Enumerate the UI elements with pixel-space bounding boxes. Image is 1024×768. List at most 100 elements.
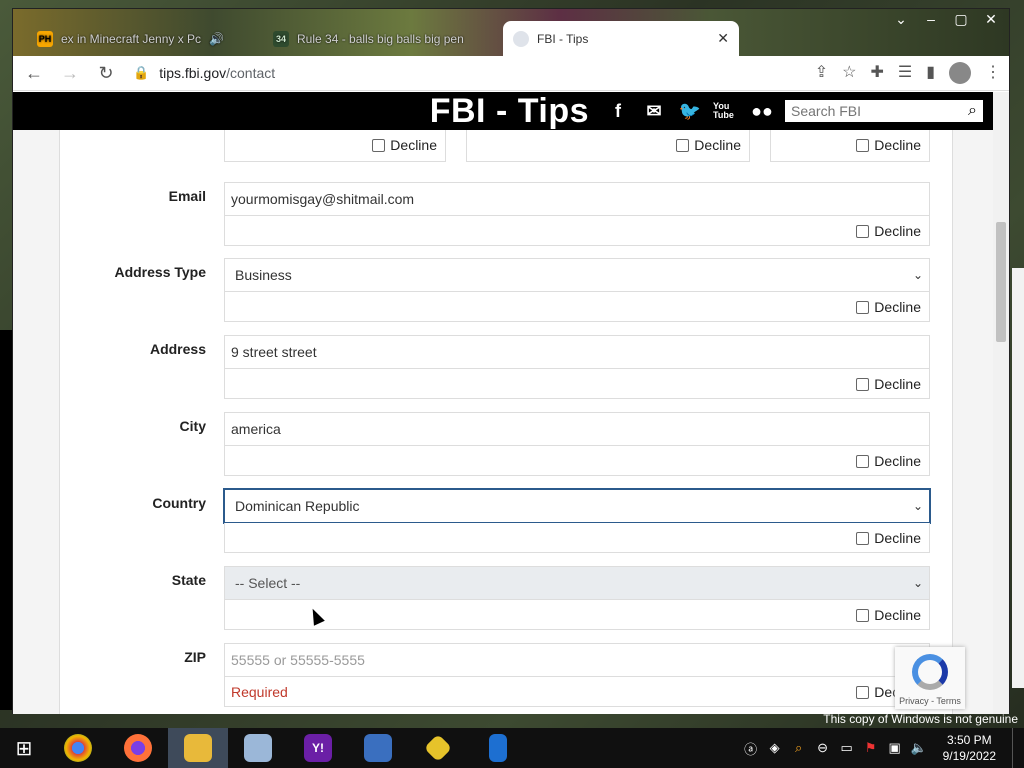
close-window-icon[interactable]: ✕ xyxy=(979,11,1003,28)
tray-search-icon[interactable]: ⌕ xyxy=(791,740,807,756)
fbi-seal-icon xyxy=(513,30,529,47)
maximize-icon[interactable]: ▢ xyxy=(949,11,973,28)
reload-icon[interactable]: ↻ xyxy=(93,60,119,86)
chevron-down-icon[interactable]: ⌄ xyxy=(889,11,913,28)
search-input[interactable] xyxy=(791,103,951,119)
decline-checkbox[interactable] xyxy=(856,377,870,391)
extensions-icon[interactable]: ✚ xyxy=(870,62,883,84)
decline-label: Decline xyxy=(874,299,921,315)
clock-time: 3:50 PM xyxy=(946,733,992,747)
decline-option: Decline xyxy=(856,299,921,315)
decline-option: Decline xyxy=(856,376,921,392)
clock-date: 9/19/2022 xyxy=(942,749,996,763)
state-decline-row: Decline xyxy=(224,600,930,630)
state-select[interactable]: -- Select -- ⌄ xyxy=(224,566,930,600)
back-arrow-icon[interactable]: ← xyxy=(21,60,47,86)
site-header: FBI - Tips f ✉ 🐦 You Tube ●● ⌕ xyxy=(13,92,995,130)
side-panel-icon[interactable]: ▮ xyxy=(926,62,935,84)
decline-checkbox[interactable] xyxy=(372,138,386,152)
forward-arrow-icon[interactable]: → xyxy=(57,60,83,86)
close-tab-icon[interactable]: ✕ xyxy=(717,30,729,47)
windows-start-icon[interactable]: ⊞ xyxy=(0,728,48,768)
email-label: Email xyxy=(168,188,206,204)
window-controls: ⌄ – ▢ ✕ xyxy=(889,11,1003,28)
file-explorer-taskbar-icon[interactable] xyxy=(168,728,228,768)
volume-icon[interactable]: 🔈 xyxy=(911,740,927,756)
decline-label: Decline xyxy=(874,223,921,239)
profile-avatar-icon[interactable] xyxy=(949,62,971,84)
bookmark-star-icon[interactable]: ☆ xyxy=(842,62,856,84)
decline-option: Decline xyxy=(856,530,921,546)
decline-option: Decline xyxy=(856,137,921,153)
email-input[interactable]: yourmomisgay@shitmail.com xyxy=(224,182,930,216)
windows-genuine-watermark: This copy of Windows is not genuine xyxy=(823,712,1018,726)
url-host: tips.fbi.gov xyxy=(159,65,227,81)
decline-label: Decline xyxy=(874,607,921,623)
phone-taskbar-icon[interactable] xyxy=(468,728,528,768)
tray-disk-icon[interactable]: ▭ xyxy=(839,740,855,756)
twitter-icon[interactable]: 🐦 xyxy=(677,98,703,124)
yahoo-messenger-taskbar-icon[interactable]: Y! xyxy=(288,728,348,768)
tab-1[interactable]: PH ex in Minecraft Jenny x Pc 🔊 xyxy=(27,21,247,56)
city-input[interactable]: america xyxy=(224,412,930,446)
search-icon[interactable]: ⌕ xyxy=(968,102,977,120)
menu-kebab-icon[interactable]: ⋮ xyxy=(985,62,1001,84)
site-title: FBI - Tips xyxy=(429,92,589,130)
tab-fbi-tips[interactable]: FBI - Tips ✕ xyxy=(503,21,739,56)
decline-label: Decline xyxy=(694,137,741,153)
reading-list-icon[interactable]: ☰ xyxy=(898,62,912,84)
recaptcha-badge[interactable]: Privacy - Terms xyxy=(895,647,965,709)
app-taskbar-icon[interactable] xyxy=(228,728,288,768)
tray-monitor-icon[interactable]: ▣ xyxy=(887,740,903,756)
address-type-select[interactable]: Business ⌄ xyxy=(224,258,930,292)
chrome-taskbar-icon[interactable] xyxy=(48,728,108,768)
address-type-decline-row: Decline xyxy=(224,292,930,322)
decline-checkbox[interactable] xyxy=(856,300,870,314)
zip-input[interactable]: 55555 or 55555-5555 xyxy=(224,643,930,677)
network-taskbar-icon[interactable] xyxy=(348,728,408,768)
address-type-value: Business xyxy=(235,267,292,283)
decline-checkbox[interactable] xyxy=(856,224,870,238)
facebook-icon[interactable]: f xyxy=(605,98,631,124)
tab-label: Rule 34 - balls big balls big pen xyxy=(297,31,464,46)
tray-network-icon[interactable]: ◈ xyxy=(767,740,783,756)
scrollbar-thumb[interactable] xyxy=(996,222,1006,342)
chevron-down-icon: ⌄ xyxy=(912,576,923,590)
country-select[interactable]: Dominican Republic ⌄ xyxy=(224,489,930,523)
show-desktop-button[interactable] xyxy=(1012,728,1018,768)
email-icon[interactable]: ✉ xyxy=(641,98,667,124)
game-taskbar-icon[interactable] xyxy=(408,728,468,768)
share-icon[interactable]: ⇪ xyxy=(815,62,828,84)
flickr-icon[interactable]: ●● xyxy=(749,98,775,124)
tray-alpha-icon[interactable]: ⓐ xyxy=(743,739,759,758)
page-scrollbar[interactable] xyxy=(993,92,1009,714)
decline-checkbox[interactable] xyxy=(856,531,870,545)
toolbar-icons: ⇪ ☆ ✚ ☰ ▮ ⋮ xyxy=(815,62,1001,84)
state-label: State xyxy=(171,572,206,588)
decline-label: Decline xyxy=(874,453,921,469)
tab-2[interactable]: 34 Rule 34 - balls big balls big pen xyxy=(263,21,498,56)
chevron-down-icon: ⌄ xyxy=(912,499,923,513)
recaptcha-text: Privacy - Terms xyxy=(899,696,961,706)
decline-label: Decline xyxy=(390,137,437,153)
decline-checkbox[interactable] xyxy=(856,685,870,699)
address-label: Address xyxy=(149,341,206,357)
lock-icon: 🔒 xyxy=(133,65,150,80)
decline-checkbox[interactable] xyxy=(676,138,690,152)
decline-label: Decline xyxy=(874,137,921,153)
decline-checkbox[interactable] xyxy=(856,454,870,468)
browser-toolbar: ← → ↻ 🔒 tips.fbi.gov/contact ⇪ ☆ ✚ ☰ ▮ ⋮ xyxy=(13,56,1009,91)
decline-checkbox[interactable] xyxy=(856,608,870,622)
clock[interactable]: 3:50 PM 9/19/2022 xyxy=(935,732,1004,764)
decline-checkbox[interactable] xyxy=(856,138,870,152)
tray-flag-icon[interactable]: ⚑ xyxy=(863,740,879,756)
youtube-icon[interactable]: You Tube xyxy=(713,98,739,124)
minimize-icon[interactable]: – xyxy=(919,11,943,28)
decline-label: Decline xyxy=(874,530,921,546)
address-input[interactable]: 9 street street xyxy=(224,335,930,369)
tray-minus-icon[interactable]: ⊖ xyxy=(815,740,831,756)
address-type-label: Address Type xyxy=(114,264,206,280)
decline-option: Decline xyxy=(856,607,921,623)
firefox-taskbar-icon[interactable] xyxy=(108,728,168,768)
address-bar[interactable]: 🔒 tips.fbi.gov/contact xyxy=(129,59,805,87)
